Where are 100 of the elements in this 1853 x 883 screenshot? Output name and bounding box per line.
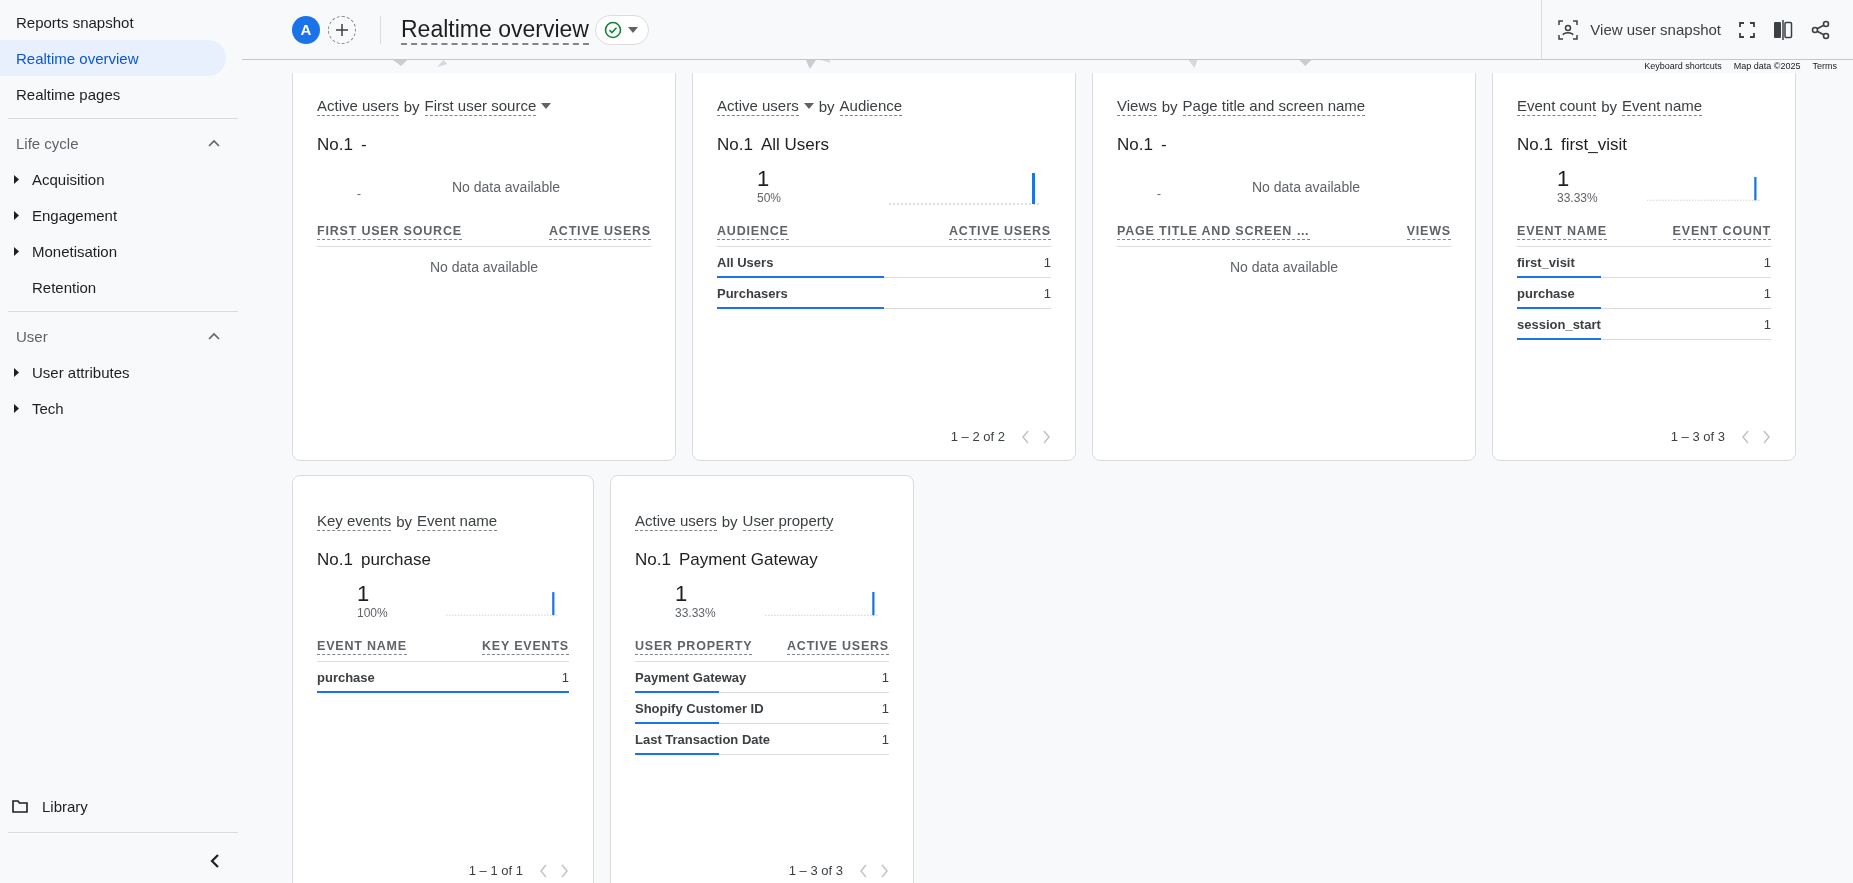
person-frame-icon[interactable]	[1558, 19, 1579, 40]
map-attribution-link[interactable]: Keyboard shortcuts	[1644, 60, 1722, 73]
metric-selector[interactable]: Active users	[717, 96, 799, 116]
pagination-text: 1 – 3 of 3	[788, 863, 843, 878]
status-chip[interactable]	[594, 14, 649, 45]
caret-icon[interactable]	[541, 103, 552, 109]
metric-selector[interactable]: Active users	[317, 96, 399, 116]
row-label: Last Transaction Date	[635, 731, 771, 747]
caret-icon[interactable]	[803, 103, 814, 109]
top-item: -	[360, 135, 367, 155]
summary-share: 100%	[357, 606, 389, 620]
row-label: purchase	[317, 669, 375, 685]
dimension-selector[interactable]: Page title and screen name	[1182, 96, 1366, 116]
row-value: 1	[1043, 285, 1051, 301]
row-label: first_visit	[1517, 254, 1575, 270]
column-header[interactable]: EVENT NAME	[317, 638, 407, 655]
nav-item[interactable]: Realtime pages	[0, 76, 226, 112]
map-attribution-link[interactable]: Terms	[1812, 60, 1837, 73]
expand-caret-icon[interactable]	[13, 210, 19, 220]
nav-item[interactable]: Reports snapshot	[0, 4, 226, 40]
page-title: Realtime overview	[401, 14, 589, 45]
row-value: 1	[881, 700, 889, 716]
metric-selector[interactable]: Key events	[317, 511, 392, 531]
top-item: -	[1160, 135, 1167, 155]
dimension-selector[interactable]: User property	[742, 511, 834, 531]
column-header[interactable]: PAGE TITLE AND SCREEN …	[1117, 223, 1310, 240]
pagination-text: 1 – 2 of 2	[950, 429, 1005, 444]
pagination-text: 1 – 1 of 1	[468, 863, 523, 878]
row-value: 1	[1763, 285, 1771, 301]
nav-item[interactable]: Tech	[32, 399, 64, 417]
expand-caret-icon[interactable]	[13, 246, 19, 256]
summary-share: 33.33%	[1557, 191, 1599, 205]
compare-button[interactable]	[1773, 19, 1793, 40]
column-header[interactable]: FIRST USER SOURCE	[317, 223, 462, 240]
title-by: by	[1161, 97, 1178, 115]
pagination-text: 1 – 3 of 3	[1670, 429, 1725, 444]
dimension-selector[interactable]: Audience	[839, 96, 903, 116]
row-value: 1	[1763, 316, 1771, 332]
nav-item[interactable]: Monetisation	[32, 242, 118, 260]
summary-value: 1	[1557, 167, 1571, 191]
dimension-selector[interactable]: First user source	[424, 96, 537, 116]
share-button[interactable]	[1811, 19, 1831, 40]
metric-selector[interactable]: Active users	[635, 511, 717, 531]
metric-selector[interactable]: Event count	[1517, 96, 1597, 116]
top-item: Payment Gateway	[678, 550, 818, 570]
metric-selector[interactable]: Views	[1117, 96, 1157, 116]
nav-item[interactable]: Acquisition	[32, 170, 105, 188]
section-title: Life cycle	[16, 134, 79, 152]
column-header[interactable]: USER PROPERTY	[635, 638, 753, 655]
summary-share: 33.33%	[675, 606, 717, 620]
title-by: by	[721, 512, 738, 530]
column-header[interactable]: ACTIVE USERS	[949, 223, 1051, 240]
summary-value: -	[357, 187, 361, 201]
map-attribution-link[interactable]: Map data ©2025	[1733, 60, 1801, 73]
title-by: by	[396, 512, 413, 530]
top-item: purchase	[360, 550, 431, 570]
dimension-selector[interactable]: Event name	[1622, 96, 1703, 116]
view-user-snapshot-button[interactable]: View user snapshot	[1558, 19, 1721, 40]
dimension-selector[interactable]: Event name	[417, 511, 498, 531]
nav-item[interactable]: Engagement	[32, 206, 118, 224]
folder-icon	[12, 799, 28, 813]
caret-icon[interactable]	[627, 26, 638, 33]
column-header[interactable]: ACTIVE USERS	[787, 638, 889, 655]
chevron-left-icon[interactable]	[210, 853, 220, 869]
no-data-message: No data available	[451, 179, 561, 195]
nav-item[interactable]: Library	[42, 797, 88, 815]
summary-share: 50%	[757, 191, 783, 205]
nav-item[interactable]: Realtime overview	[0, 40, 226, 76]
row-value: 1	[1043, 254, 1051, 270]
column-header[interactable]: ACTIVE USERS	[549, 223, 651, 240]
row-label: Payment Gateway	[635, 669, 747, 685]
no-data-message: No data available	[1228, 259, 1340, 275]
top-item: All Users	[760, 135, 829, 155]
row-value: 1	[881, 731, 889, 747]
title-by: by	[1601, 97, 1618, 115]
column-header[interactable]: KEY EVENTS	[482, 638, 569, 655]
chevron-icon[interactable]	[208, 332, 220, 340]
rank-label: No.1	[1517, 135, 1553, 155]
row-label: All Users	[717, 254, 774, 270]
column-header[interactable]: AUDIENCE	[717, 223, 789, 240]
column-header[interactable]: EVENT COUNT	[1672, 223, 1771, 240]
expand-caret-icon[interactable]	[13, 403, 19, 413]
rank-label: No.1	[1117, 135, 1153, 155]
nav-item[interactable]: User attributes	[32, 363, 130, 381]
rank-label: No.1	[635, 550, 671, 570]
check-circle-icon	[603, 20, 622, 39]
chevron-icon[interactable]	[208, 139, 220, 147]
avatar[interactable]: A	[292, 15, 320, 44]
column-header[interactable]: VIEWS	[1406, 223, 1451, 240]
column-header[interactable]: EVENT NAME	[1517, 223, 1607, 240]
rank-label: No.1	[717, 135, 753, 155]
plus-icon[interactable]	[336, 23, 348, 36]
section-title: User	[16, 327, 48, 345]
expand-caret-icon[interactable]	[13, 174, 19, 184]
top-item: first_visit	[1560, 135, 1628, 155]
nav-item[interactable]: Retention	[32, 278, 97, 296]
row-value: 1	[1763, 254, 1771, 270]
expand-caret-icon[interactable]	[13, 367, 19, 377]
summary-value: 1	[357, 582, 371, 606]
fullscreen-button[interactable]	[1739, 21, 1755, 38]
